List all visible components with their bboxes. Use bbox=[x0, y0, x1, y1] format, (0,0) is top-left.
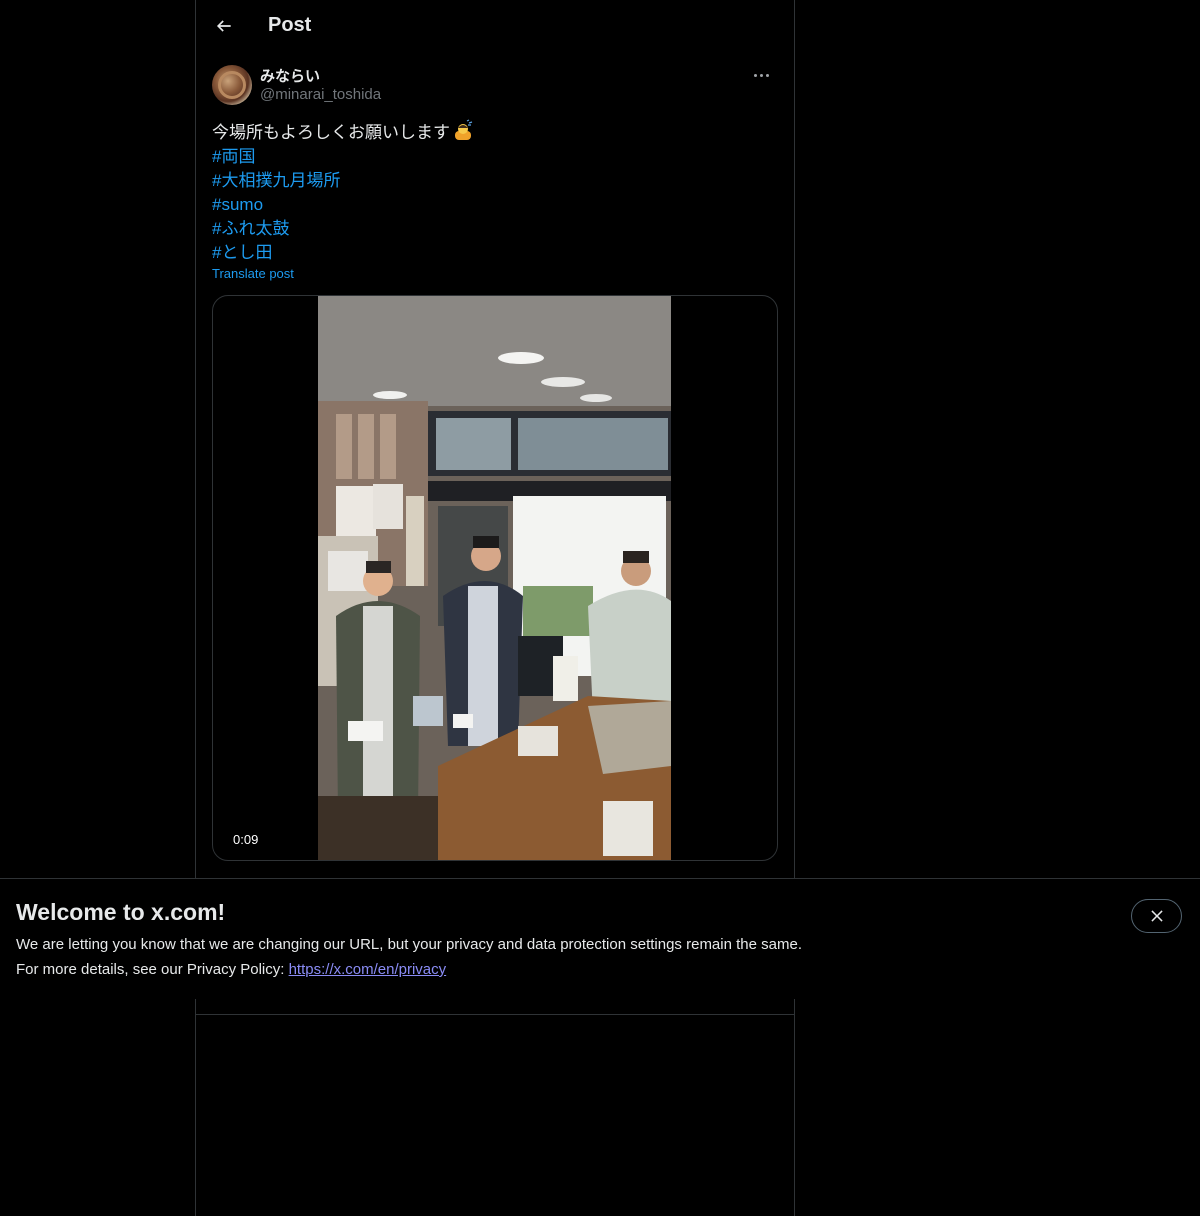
arrow-left-icon bbox=[216, 20, 231, 32]
author-display-name[interactable]: みならい bbox=[260, 65, 320, 86]
post-video[interactable]: 0:09 bbox=[212, 295, 778, 861]
banner-title: Welcome to x.com! bbox=[16, 899, 226, 925]
hashtag-link[interactable]: #sumo bbox=[212, 193, 778, 217]
privacy-policy-link[interactable]: https://x.com/en/privacy bbox=[289, 961, 447, 978]
author-handle[interactable]: @minarai_toshida bbox=[260, 86, 381, 103]
hashtag-link[interactable]: #ふれ太鼓 bbox=[212, 217, 778, 241]
hashtag-link[interactable]: #両国 bbox=[212, 145, 778, 169]
banner-message: We are letting you know that we are chan… bbox=[16, 936, 802, 953]
video-duration: 0:09 bbox=[225, 831, 267, 848]
main-column: Post みならい @minarai_toshida 今場所もよろしくお願いしま… bbox=[195, 0, 795, 1216]
banner-privacy-prefix: For more details, see our Privacy Policy… bbox=[16, 961, 289, 978]
post-text-line: 今場所もよろしくお願いします bbox=[212, 119, 778, 145]
welcome-banner: Welcome to x.com! We are letting you kno… bbox=[0, 878, 1200, 999]
more-icon bbox=[753, 73, 769, 77]
close-icon bbox=[1150, 910, 1163, 922]
back-button[interactable] bbox=[208, 10, 240, 42]
page-title: Post bbox=[268, 14, 312, 36]
close-banner-button[interactable] bbox=[1131, 899, 1182, 933]
hashtag-link[interactable]: #大相撲九月場所 bbox=[212, 169, 778, 193]
divider bbox=[196, 1014, 794, 1015]
more-options-button[interactable] bbox=[744, 64, 778, 86]
page-header: Post bbox=[196, 0, 794, 53]
post-body-text: 今場所もよろしくお願いします bbox=[212, 123, 450, 142]
hashtag-link[interactable]: #とし田 bbox=[212, 241, 778, 265]
post-author: みならい @minarai_toshida bbox=[212, 64, 778, 106]
video-frame bbox=[318, 296, 671, 860]
person-bowing-emoji-icon bbox=[452, 119, 473, 140]
video-thumbnail bbox=[318, 296, 671, 860]
translate-post-link[interactable]: Translate post bbox=[212, 266, 294, 281]
post-text: 今場所もよろしくお願いします #両国 #大相撲九月場所 #sumo #ふれ太鼓 … bbox=[212, 119, 778, 265]
banner-privacy-line: For more details, see our Privacy Policy… bbox=[16, 961, 446, 978]
avatar[interactable] bbox=[212, 65, 252, 105]
